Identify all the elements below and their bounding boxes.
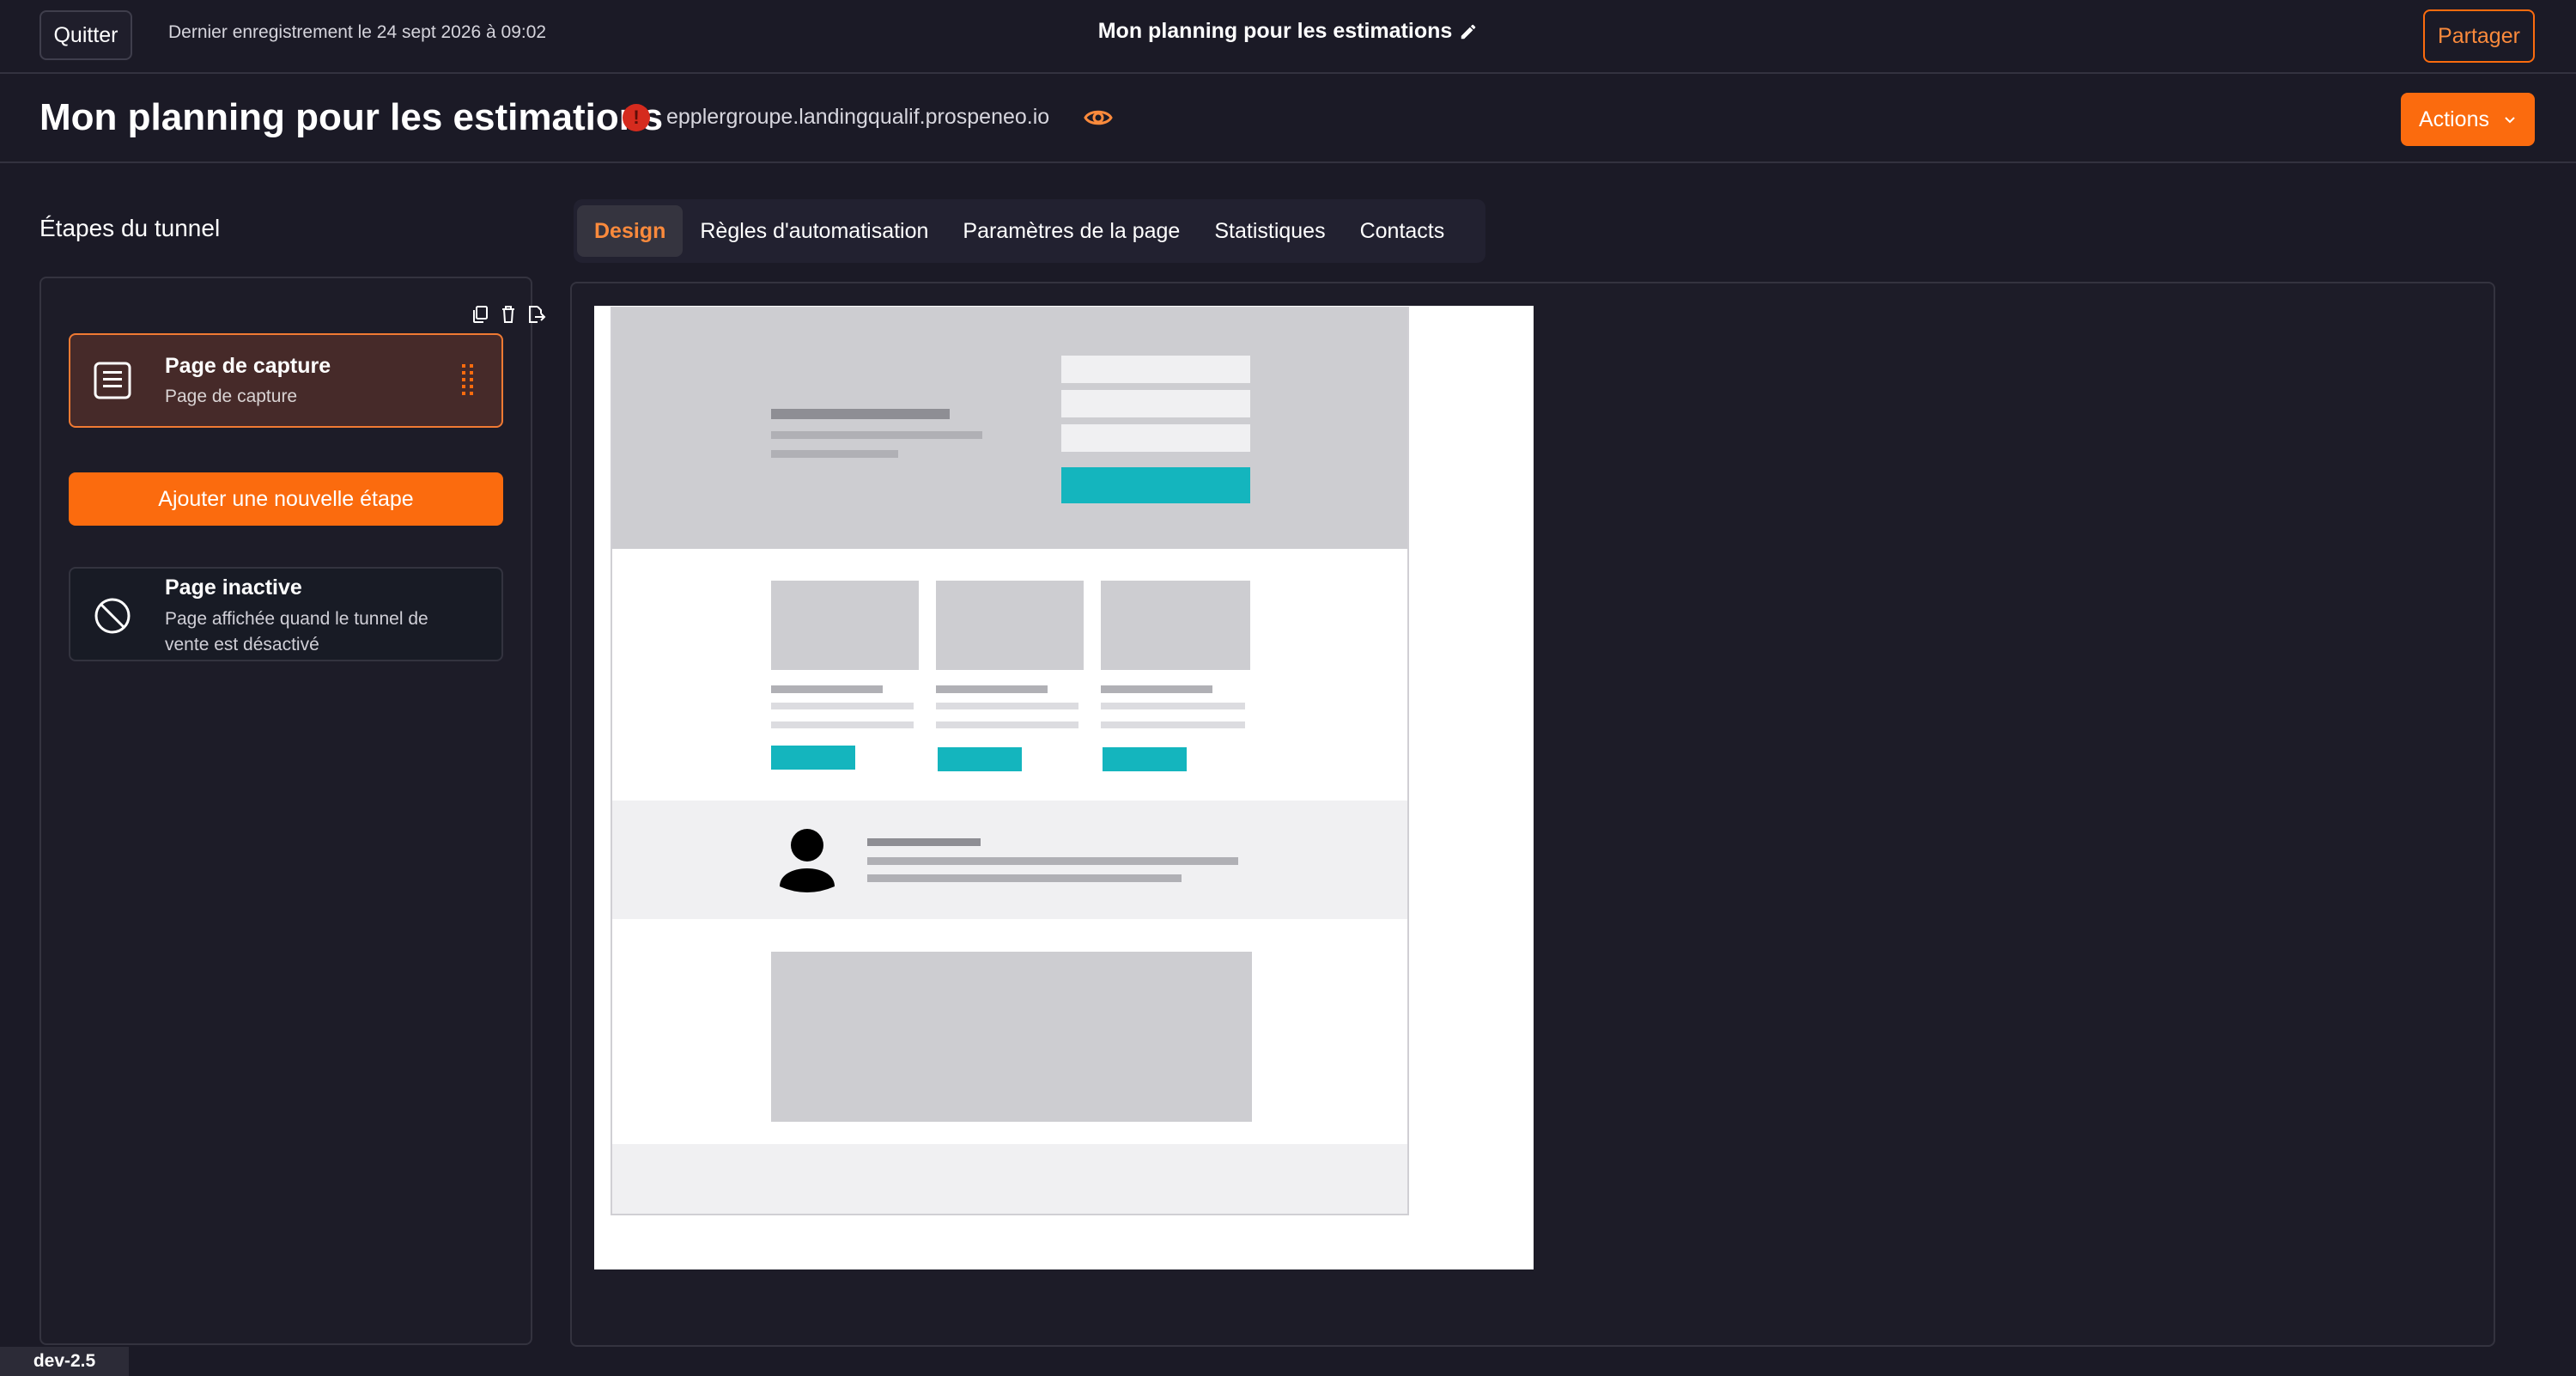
actions-label: Actions [2419,107,2489,131]
edit-pencil-icon[interactable] [1459,22,1478,41]
tab-statistics[interactable]: Statistiques [1197,205,1342,257]
share-button[interactable]: Partager [2423,9,2535,63]
version-badge: dev-2.5 [0,1347,129,1376]
eye-icon[interactable] [1084,107,1113,129]
inactive-page-card[interactable]: Page inactive Page affichée quand le tun… [69,567,503,661]
inactive-page-description: Page affichée quand le tunnel de vente e… [165,609,428,655]
step-card-capture[interactable]: Page de capture Page de capture [69,333,503,428]
actions-button[interactable]: Actions [2401,93,2535,146]
add-step-button[interactable]: Ajouter une nouvelle étape [69,472,503,526]
drag-handle-icon[interactable] [460,362,476,400]
page-list-icon [94,362,131,399]
top-bar: Quitter Dernier enregistrement le 24 sep… [0,0,2576,74]
step-type: Page de capture [165,387,298,406]
funnel-steps-panel: Page de capture Page de capture Ajouter … [39,277,546,1345]
tab-contacts[interactable]: Contacts [1343,205,1462,257]
page-header: Mon planning pour les estimations ! eppl… [0,76,2576,163]
funnel-title-text[interactable]: Mon planning pour les estimations [1098,19,1453,44]
export-icon[interactable] [526,304,546,325]
chevron-down-icon [2505,117,2515,124]
step-actions [471,304,546,325]
copy-icon[interactable] [471,304,491,325]
funnel-title-center: Mon planning pour les estimations [0,19,2576,44]
page-preview-canvas[interactable] [594,306,1534,1269]
design-preview-panel [570,282,2495,1347]
ban-icon [94,598,131,634]
tab-automation-rules[interactable]: Règles d'automatisation [683,205,945,257]
funnel-steps-title: Étapes du tunnel [39,215,221,241]
inactive-page-name: Page inactive [165,575,302,600]
page-title: Mon planning pour les estimations [39,96,664,138]
tab-page-settings[interactable]: Paramètres de la page [945,205,1197,257]
editor-tabs: Design Règles d'automatisation Paramètre… [574,199,1485,263]
domain-link[interactable]: epplergroupe.landingqualif.prospeneo.io [666,105,1049,130]
step-name: Page de capture [165,354,331,378]
trash-icon[interactable] [498,304,519,325]
status-warning-badge[interactable]: ! [623,104,650,131]
tab-design[interactable]: Design [577,205,683,257]
page-wireframe [611,307,1409,1215]
